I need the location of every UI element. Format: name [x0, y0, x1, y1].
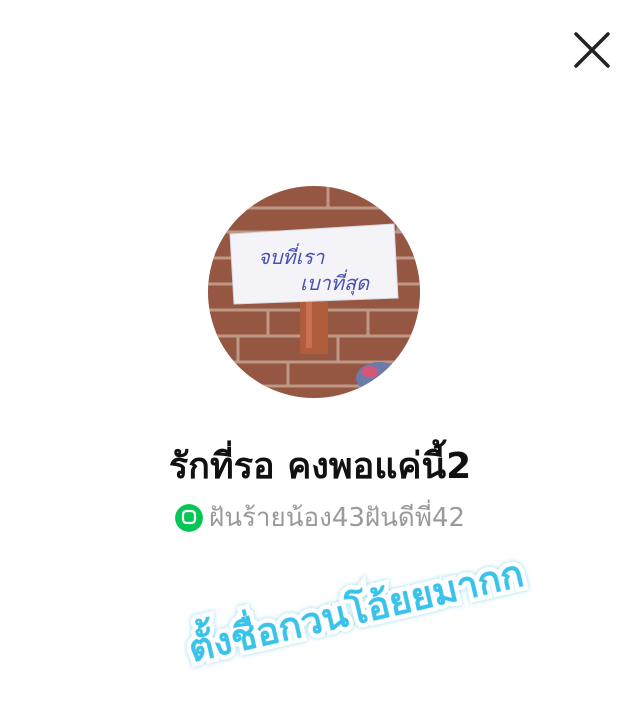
status-message: ฝันร้ายน้อง43ฝันดีพี่42	[208, 503, 466, 533]
avatar-sign-line1: จบที่เรา	[258, 243, 325, 269]
close-button[interactable]	[568, 26, 616, 74]
avatar-image: จบที่เรา เบาที่สุด	[208, 186, 420, 398]
status-message-row: ฝันร้ายน้อง43ฝันดีพี่42	[0, 497, 640, 538]
sticker-text: ตั้งชื่อกวนโอ้ยยมากก	[183, 545, 528, 671]
avatar[interactable]: จบที่เรา เบาที่สุด	[208, 186, 420, 398]
avatar-sign-line2: เบาที่สุด	[300, 269, 370, 296]
close-icon	[574, 32, 610, 68]
profile-screen: จบที่เรา เบาที่สุด รักที่รอ คงพอแค่นี้2 …	[0, 0, 640, 717]
text-sticker: ตั้งชื่อกวนโอ้ยยมากก	[178, 516, 532, 697]
line-chat-icon	[174, 503, 203, 532]
profile-name: รักที่รอ คงพอแค่นี้2	[168, 446, 472, 487]
